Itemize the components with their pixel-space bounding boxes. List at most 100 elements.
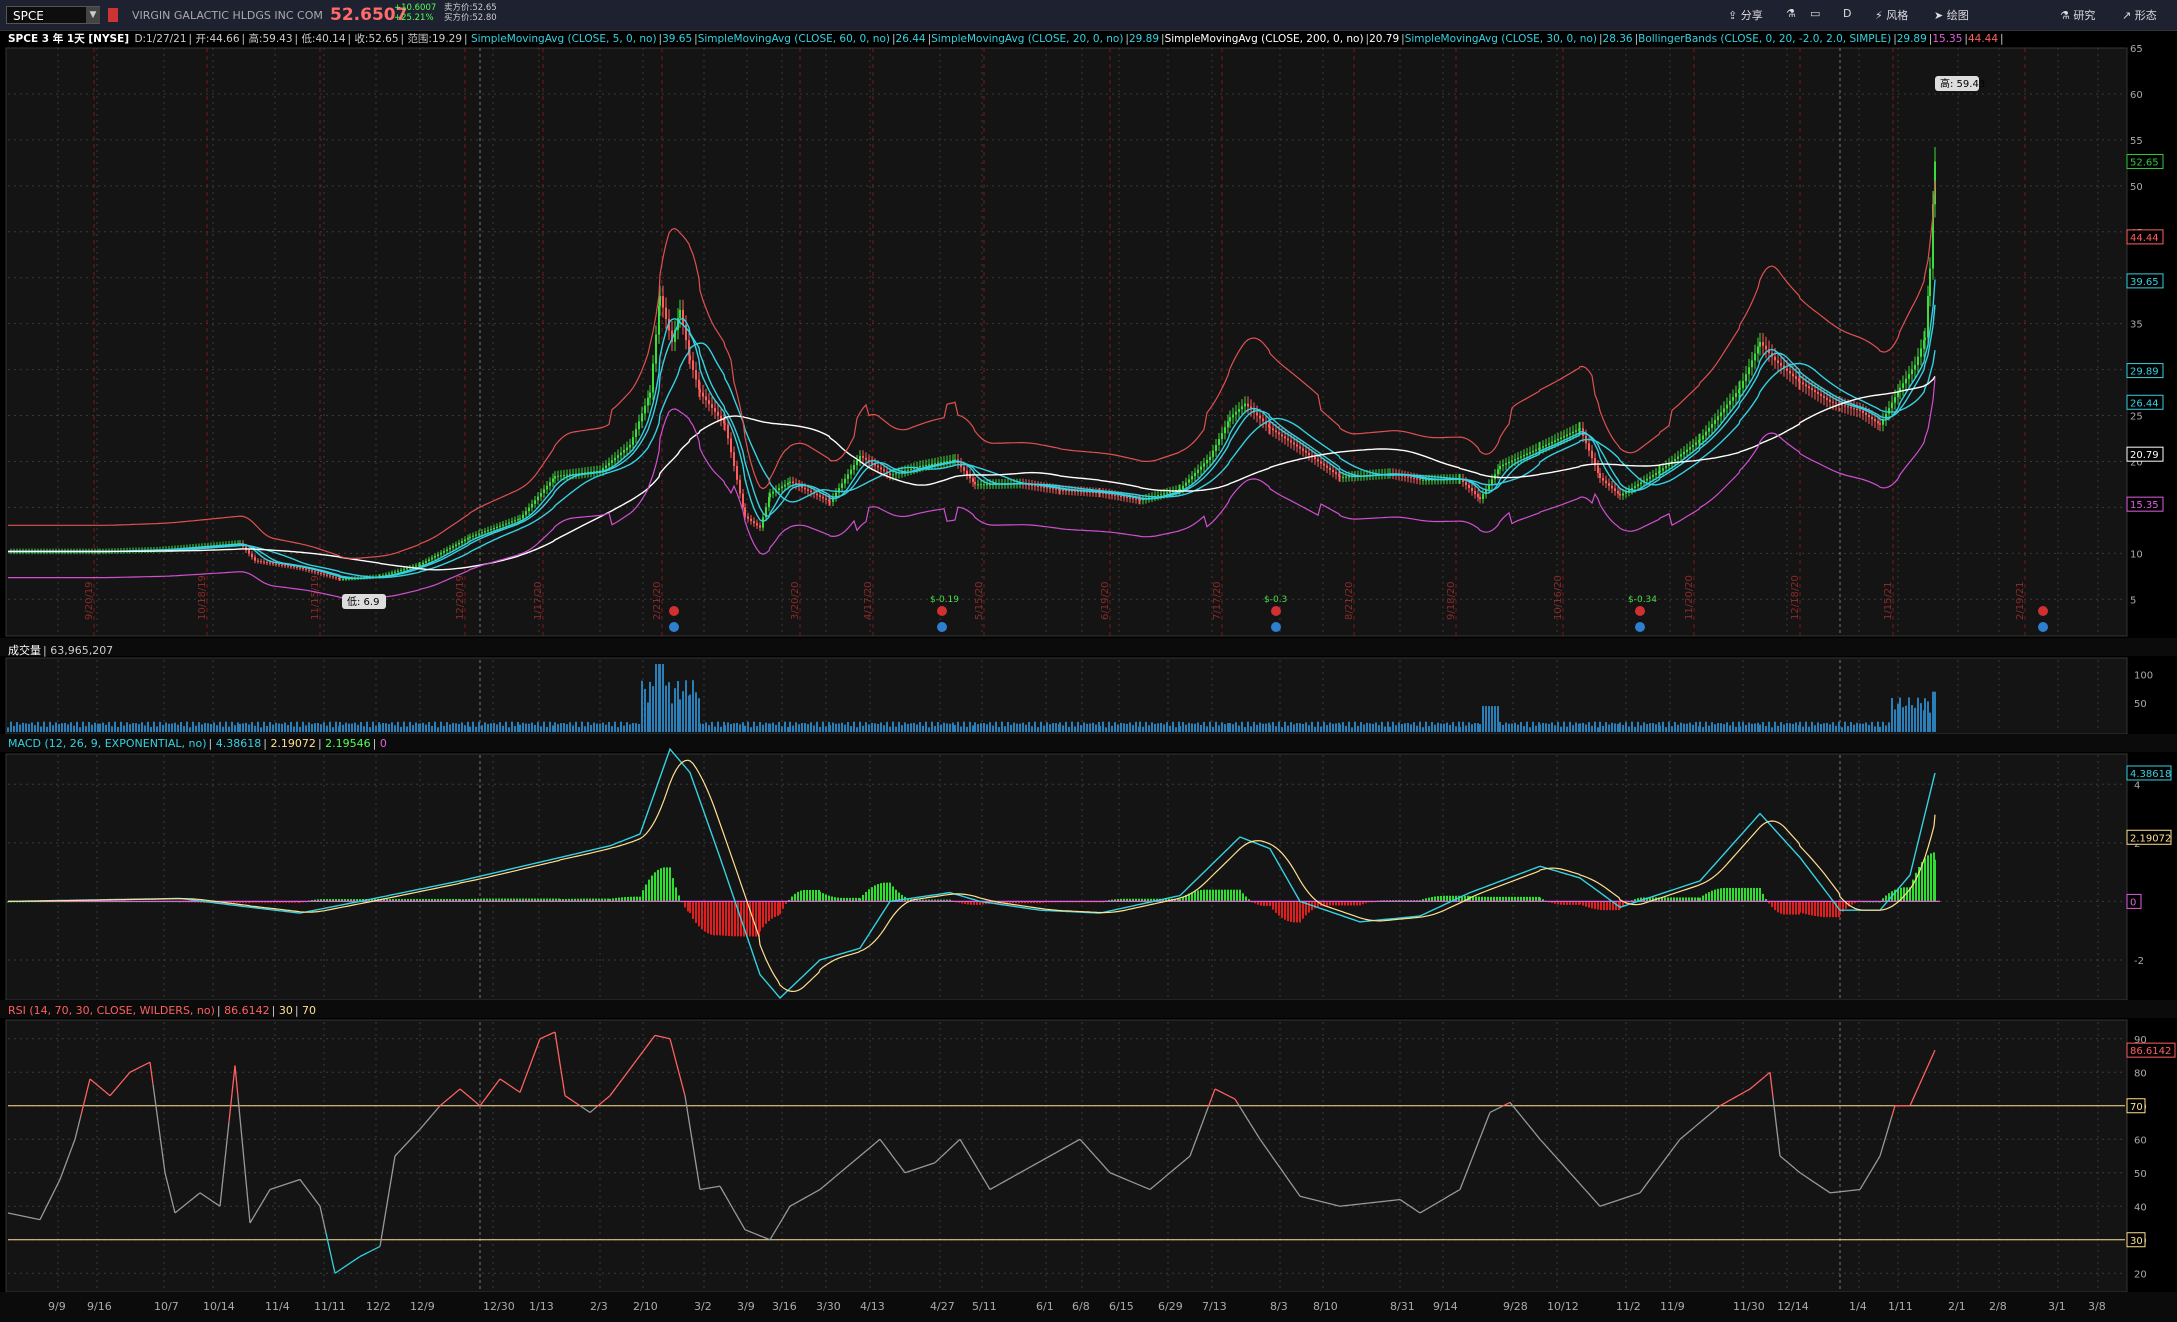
- style-icon: ⚡: [1875, 9, 1883, 22]
- candle-body: [1646, 478, 1648, 481]
- study-label[interactable]: SimpleMovingAvg (CLOSE, 200, 0, no): [1165, 33, 1364, 45]
- patterns-button[interactable]: ↗ 形态: [2122, 7, 2157, 23]
- drawings-button[interactable]: ➤ 绘图: [1934, 7, 1969, 23]
- candle-body: [916, 466, 918, 468]
- volume-bar: [1102, 721, 1104, 732]
- x-axis-tick: 9/14: [1433, 1300, 1458, 1313]
- macd-histogram-bar: [592, 898, 594, 902]
- macd-histogram-bar: [925, 899, 927, 902]
- rsi-line-segment: [1539, 1138, 1544, 1144]
- candle-body: [400, 570, 402, 572]
- rsi-line-segment: [1611, 1200, 1616, 1203]
- volume-bar: [1814, 725, 1816, 732]
- chart-area[interactable]: 9/20/19 10/18/19 11/15/19 12/20/19 1/17/20 2/…: [0, 0, 2177, 1322]
- study-label[interactable]: SimpleMovingAvg (CLOSE, 20, 0, no): [931, 33, 1123, 45]
- page-icon[interactable]: ▭: [1810, 7, 1820, 20]
- macd-histogram-bar: [1308, 901, 1310, 913]
- candle-body: [1416, 478, 1418, 480]
- candle-body: [596, 470, 598, 472]
- volume-bar: [1320, 726, 1322, 732]
- volume-bar: [231, 721, 233, 732]
- volume-bar: [1235, 722, 1237, 732]
- candle-body: [655, 334, 657, 364]
- period-button[interactable]: D: [1843, 7, 1851, 20]
- flask-icon[interactable]: ⚗: [1786, 7, 1796, 20]
- study-label[interactable]: SimpleMovingAvg (CLOSE, 5, 0, no): [471, 33, 657, 45]
- volume-bar: [1711, 722, 1713, 732]
- volume-bar: [1865, 722, 1867, 732]
- volume-bar: [1738, 721, 1740, 732]
- candle-body: [865, 457, 867, 460]
- candle-body: [493, 527, 495, 530]
- volume-bar: [1256, 724, 1258, 732]
- rsi-line-segment: [1605, 1202, 1610, 1205]
- volume-bar: [925, 721, 927, 732]
- volume-bar: [406, 726, 408, 732]
- macd-histogram-bar: [1505, 896, 1507, 902]
- rsi-line-segment: [374, 1246, 379, 1250]
- volume-header: 成交量 | 63,965,207: [8, 644, 114, 657]
- volume-bar: [311, 724, 313, 732]
- macd-histogram-bar: [1356, 901, 1358, 906]
- macd-histogram-bar: [546, 898, 548, 902]
- macd-histogram-bar: [437, 898, 439, 902]
- macd-histogram-bar: [794, 893, 796, 902]
- rsi-line-segment: [747, 1230, 752, 1233]
- macd-histogram-bar: [154, 901, 156, 903]
- macd-histogram-bar: [311, 900, 313, 902]
- candle-body: [822, 496, 824, 499]
- volume-bar: [461, 722, 463, 732]
- rsi-line-segment: [1283, 1173, 1288, 1179]
- candle-body: [1323, 463, 1325, 466]
- volume-bar: [375, 725, 377, 732]
- candle-body: [775, 490, 777, 492]
- macd-histogram-bar: [1711, 890, 1713, 902]
- candle-body: [980, 484, 982, 486]
- volume-bar: [727, 722, 729, 732]
- macd-histogram-bar: [452, 898, 454, 902]
- volume-bar: [1705, 721, 1707, 732]
- macd-histogram-bar: [1481, 896, 1483, 902]
- flag-icon[interactable]: [108, 8, 118, 22]
- macd-histogram-bar: [471, 898, 473, 902]
- macd-histogram-bar: [34, 901, 36, 903]
- candle-body: [1599, 473, 1601, 478]
- candle-body: [1086, 491, 1088, 493]
- volume-bar: [446, 722, 448, 732]
- candle-body: [753, 520, 755, 524]
- symbol-dropdown-icon[interactable]: ▼: [86, 7, 100, 23]
- study-label[interactable]: SimpleMovingAvg (CLOSE, 30, 0, no): [1405, 33, 1597, 45]
- volume-bar: [458, 723, 460, 732]
- volume-bar: [1841, 727, 1843, 732]
- style-button[interactable]: ⚡ 风格: [1875, 7, 1908, 23]
- rsi-line-segment: [1909, 1098, 1914, 1107]
- candle-body: [204, 546, 206, 548]
- rsi-line-segment: [228, 1093, 233, 1122]
- rsi-line-segment: [1292, 1185, 1297, 1191]
- rsi-line-segment: [1274, 1160, 1279, 1166]
- rsi-line-segment: [1259, 1138, 1264, 1144]
- rsi-line-segment: [687, 1114, 692, 1134]
- price-label-box: [2126, 446, 2164, 462]
- expiration-date: 1/15/21: [1883, 581, 1894, 620]
- macd-histogram-bar: [889, 882, 891, 902]
- candle-body: [626, 447, 628, 451]
- macd-histogram-bar: [1266, 901, 1268, 907]
- study-label[interactable]: BollingerBands (CLOSE, 0, 20, -2.0, 2.0,…: [1638, 33, 1891, 45]
- rsi-line-segment: [1660, 1160, 1665, 1166]
- volume-bar: [1326, 725, 1328, 732]
- price-label-box: [2126, 273, 2164, 289]
- candle-body: [1471, 487, 1473, 492]
- rsi-line-segment: [931, 1162, 936, 1165]
- study-label[interactable]: SimpleMovingAvg (CLOSE, 60, 0, no): [698, 33, 890, 45]
- volume-bar: [949, 723, 951, 732]
- volume-bar: [1366, 722, 1368, 732]
- candle-body: [1272, 428, 1274, 431]
- volume-bar: [1905, 705, 1907, 732]
- volume-bar: [1019, 723, 1021, 732]
- rsi-line-segment: [551, 1031, 556, 1034]
- rsi-line-segment: [1608, 1201, 1613, 1204]
- candle-body: [434, 556, 436, 558]
- share-button[interactable]: ⇪ 分享: [1728, 7, 1763, 23]
- studies-button[interactable]: ⚗ 研究: [2060, 7, 2095, 23]
